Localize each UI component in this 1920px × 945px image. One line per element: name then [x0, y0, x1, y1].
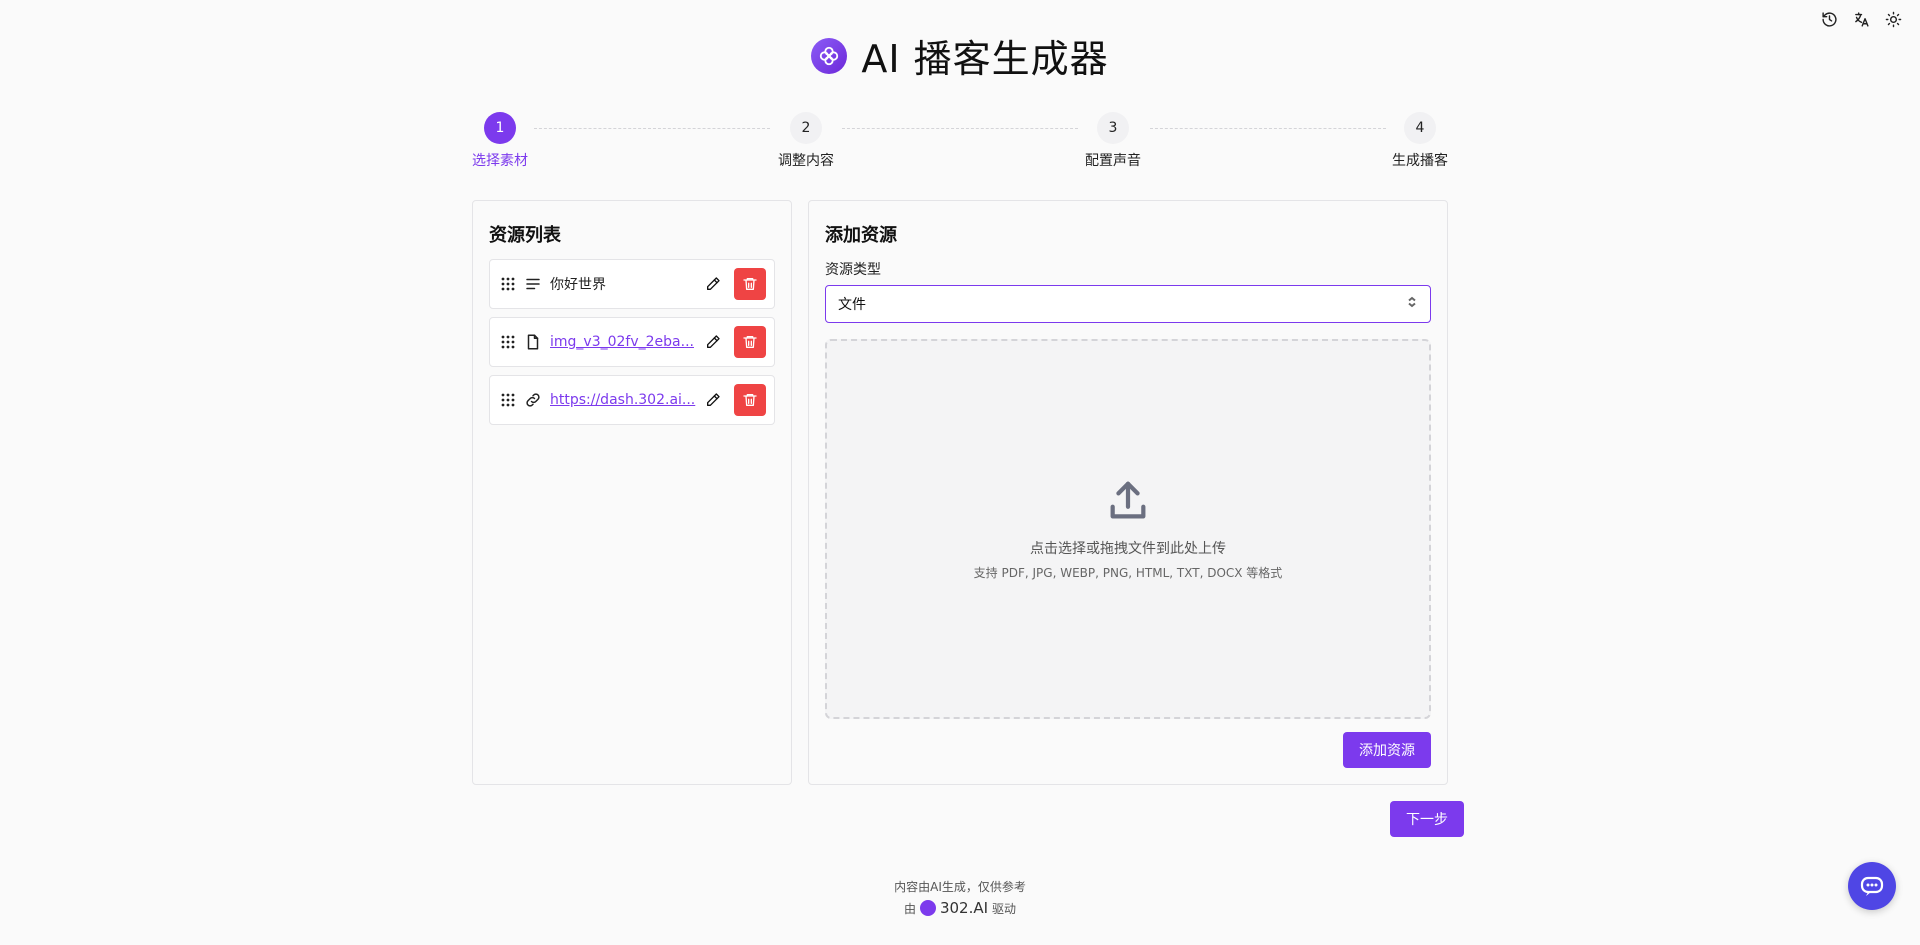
edit-button[interactable]: [698, 269, 728, 299]
step-number: 2: [790, 112, 822, 144]
resource-type-value: 文件: [838, 297, 866, 313]
brand-name[interactable]: 302.AI: [940, 899, 988, 917]
ai-disclaimer: 内容由AI生成，仅供参考: [894, 880, 1026, 894]
link-icon: [524, 391, 542, 409]
step-3[interactable]: 3 配置声音: [1073, 112, 1153, 170]
file-dropzone[interactable]: 点击选择或拖拽文件到此处上传 支持 PDF, JPG, WEBP, PNG, H…: [825, 339, 1431, 719]
resource-item[interactable]: img_v3_02fv_2eba...: [489, 317, 775, 367]
resource-label: 你好世界: [550, 277, 606, 293]
sun-icon[interactable]: [1882, 8, 1904, 30]
drag-handle-icon[interactable]: [500, 392, 516, 408]
file-icon: [524, 333, 542, 351]
dropzone-formats: 支持 PDF, JPG, WEBP, PNG, HTML, TXT, DOCX …: [973, 565, 1283, 580]
resource-item[interactable]: https://dash.302.ai...: [489, 375, 775, 425]
text-lines-icon: [524, 275, 542, 293]
delete-button[interactable]: [734, 326, 766, 358]
add-resource-button[interactable]: 添加资源: [1343, 732, 1431, 768]
resource-item[interactable]: 你好世界: [489, 259, 775, 309]
resource-type-select[interactable]: 文件: [825, 285, 1431, 323]
step-label: 生成播客: [1392, 153, 1448, 169]
resource-type-label: 资源类型: [825, 262, 881, 278]
resource-link[interactable]: https://dash.302.ai...: [550, 392, 698, 408]
upload-icon: [1105, 478, 1151, 528]
edit-button[interactable]: [698, 385, 728, 415]
step-label: 调整内容: [778, 153, 834, 169]
step-4[interactable]: 4 生成播客: [1380, 112, 1460, 170]
app-logo-icon: [811, 37, 848, 74]
resource-link[interactable]: img_v3_02fv_2eba...: [550, 334, 698, 350]
resource-list-title: 资源列表: [489, 225, 561, 246]
step-label: 配置声音: [1085, 153, 1141, 169]
powered-by-suffix: 驱动: [992, 901, 1017, 916]
next-step-button[interactable]: 下一步: [1390, 801, 1464, 837]
app-title: AI 播客生成器: [861, 37, 1109, 81]
history-icon[interactable]: [1818, 8, 1840, 30]
app-header: AI 播客生成器: [0, 28, 1920, 83]
step-number: 4: [1404, 112, 1436, 144]
step-label: 选择素材: [472, 153, 528, 169]
step-number: 3: [1097, 112, 1129, 144]
step-number: 1: [484, 112, 516, 144]
stepper: 1 选择素材 2 调整内容 3 配置声音 4 生成播客: [472, 112, 1448, 172]
powered-by: 由 302.AI 驱动: [0, 899, 1920, 917]
edit-button[interactable]: [698, 327, 728, 357]
brand-logo-icon: [919, 900, 936, 916]
chevron-up-down-icon: [1406, 296, 1418, 312]
drag-handle-icon[interactable]: [500, 276, 516, 292]
step-1[interactable]: 1 选择素材: [460, 112, 540, 170]
delete-button[interactable]: [734, 384, 766, 416]
chat-button[interactable]: [1848, 862, 1896, 910]
powered-by-prefix: 由: [903, 901, 916, 916]
footer: 内容由AI生成，仅供参考 由 302.AI 驱动: [0, 878, 1920, 917]
add-resource-title: 添加资源: [825, 225, 897, 246]
resource-list-panel: 资源列表 你好世界 img_v3_02fv_2eba... https://da…: [472, 200, 792, 785]
dropzone-instructions: 点击选择或拖拽文件到此处上传: [1030, 540, 1226, 557]
delete-button[interactable]: [734, 268, 766, 300]
drag-handle-icon[interactable]: [500, 334, 516, 350]
chat-icon: [1860, 876, 1884, 896]
step-connector: [842, 128, 1078, 129]
translate-icon[interactable]: [1850, 8, 1872, 30]
add-resource-panel: 添加资源 资源类型 文件 点击选择或拖拽文件到此处上传 支持 PDF, JPG,…: [808, 200, 1448, 785]
step-connector: [1150, 128, 1386, 129]
step-2[interactable]: 2 调整内容: [766, 112, 846, 170]
top-toolbar: [1818, 8, 1904, 30]
step-connector: [534, 128, 770, 129]
